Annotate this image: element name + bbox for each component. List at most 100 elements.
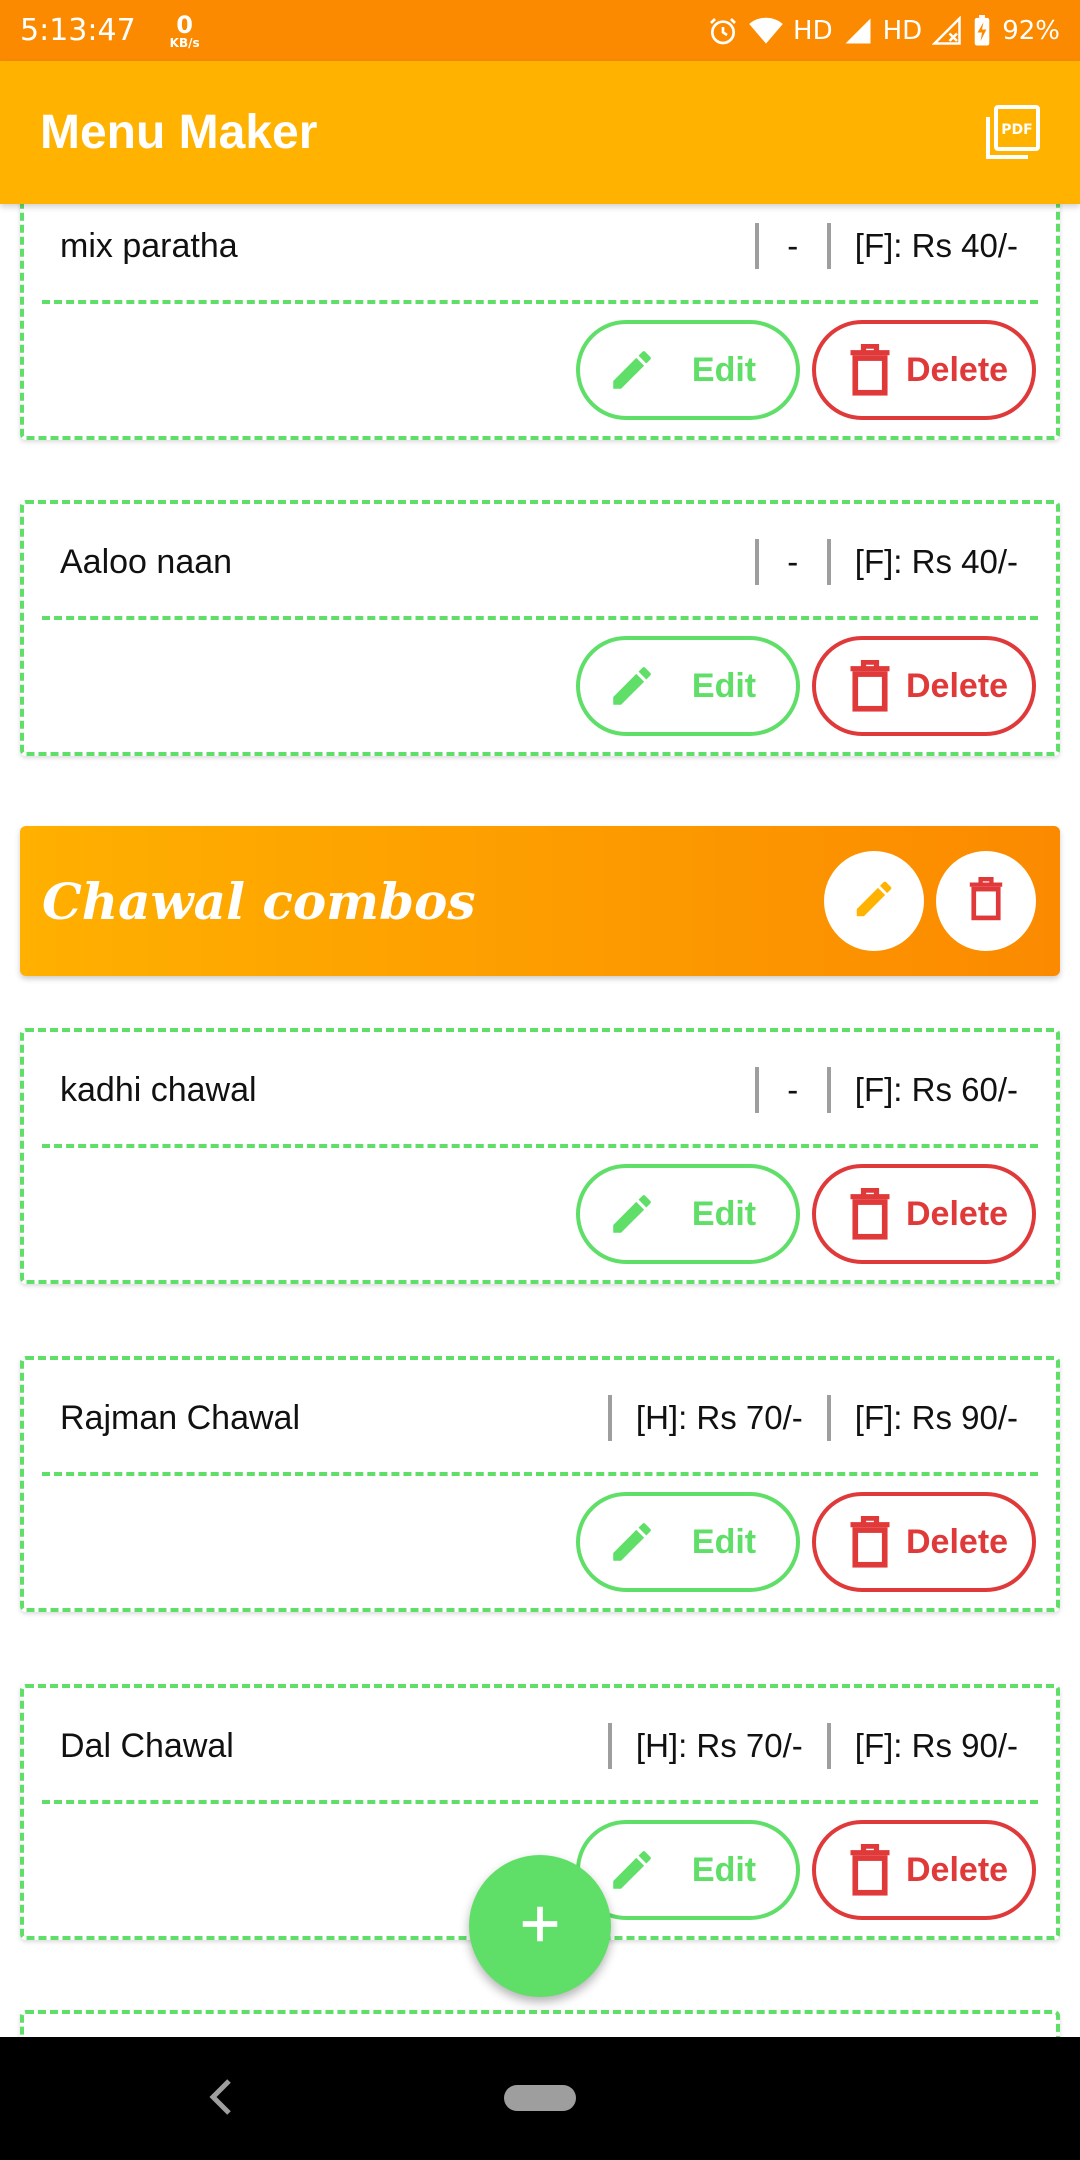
trash-icon: [840, 1840, 900, 1900]
item-full-price: [F]: Rs 40/-: [854, 543, 1018, 580]
item-full-price: [F]: Rs 90/-: [854, 1399, 1018, 1436]
pencil-icon: [602, 656, 662, 716]
pencil-icon: [602, 1184, 662, 1244]
delete-button[interactable]: Delete: [812, 1164, 1036, 1264]
column-separator: [754, 1067, 759, 1113]
network-speed-value: 0: [176, 10, 193, 39]
home-pill-button[interactable]: [504, 2085, 576, 2111]
hd-label-2: HD: [882, 15, 923, 46]
edit-button[interactable]: Edit: [576, 1164, 800, 1264]
pencil-icon: [602, 1512, 662, 1572]
dashed-divider: [42, 1472, 1038, 1476]
delete-button[interactable]: Delete: [812, 320, 1036, 420]
dashed-divider: [42, 616, 1038, 620]
pdf-icon: PDF: [984, 104, 1040, 165]
item-name: Aaloo naan: [60, 542, 233, 581]
item-actions: Edit Delete: [24, 304, 1056, 436]
trash-icon: [840, 1512, 900, 1572]
category-edit-button[interactable]: [824, 851, 924, 951]
column-separator: [826, 223, 831, 269]
item-actions: Edit Delete: [24, 1148, 1056, 1280]
column-separator: [826, 1395, 831, 1441]
edit-label: Edit: [691, 1850, 757, 1889]
edit-label: Edit: [691, 1522, 757, 1561]
edit-label: Edit: [691, 666, 757, 705]
menu-item-row: Rajman Chawal [H]: Rs 70/- [F]: Rs 90/-: [24, 1360, 1056, 1476]
svg-text:PDF: PDF: [1001, 122, 1032, 138]
pencil-icon: [602, 1840, 662, 1900]
item-half-price: -: [787, 1071, 799, 1108]
menu-item-row: mix paratha - [F]: Rs 40/-: [24, 204, 1056, 304]
dashed-divider: [42, 300, 1038, 304]
item-name: kadhi chawal: [60, 1070, 257, 1109]
item-full-price: [F]: Rs 40/-: [854, 227, 1018, 264]
pencil-icon: [851, 876, 897, 927]
category-header: Chawal combos: [20, 826, 1060, 976]
column-separator: [754, 223, 759, 269]
pencil-icon: [602, 340, 662, 400]
menu-item-card: kadhi chawal - [F]: Rs 60/- Edit Delete: [20, 1028, 1060, 1284]
edit-button[interactable]: Edit: [576, 636, 800, 736]
menu-item-card: Aaloo naan - [F]: Rs 40/- Edit Delete: [20, 500, 1060, 756]
app-bar: Menu Maker PDF: [0, 61, 1080, 204]
battery-level: 92%: [1002, 15, 1060, 46]
item-actions: Edit Delete: [24, 620, 1056, 752]
back-chevron-icon[interactable]: [205, 2077, 235, 2117]
add-item-fab[interactable]: [469, 1855, 611, 1997]
menu-item-row: Aaloo naan - [F]: Rs 40/-: [24, 504, 1056, 620]
dashed-divider: [42, 1800, 1038, 1804]
delete-button[interactable]: Delete: [812, 1492, 1036, 1592]
column-separator: [826, 1067, 831, 1113]
delete-button[interactable]: Delete: [812, 636, 1036, 736]
status-bar: 5:13:47 0 KB/s HD HD 92%: [0, 0, 1080, 61]
delete-label: Delete: [906, 350, 1009, 389]
menu-item-row: kadhi chawal - [F]: Rs 60/-: [24, 1032, 1056, 1148]
edit-button[interactable]: Edit: [576, 320, 800, 420]
pdf-export-button[interactable]: PDF: [984, 104, 1040, 161]
category-delete-button[interactable]: [936, 851, 1036, 951]
column-separator: [826, 539, 831, 585]
trash-icon: [968, 876, 1004, 927]
system-nav-bar: [0, 2037, 1080, 2160]
item-full-price: [F]: Rs 60/-: [854, 1071, 1018, 1108]
battery-charging-icon: [972, 14, 992, 47]
item-half-price: [H]: Rs 70/-: [635, 1399, 803, 1436]
signal-no-data-icon: [932, 15, 962, 46]
item-name: Rajman Chawal: [60, 1398, 300, 1437]
edit-label: Edit: [691, 350, 757, 389]
menu-item-card: Rajman Chawal [H]: Rs 70/- [F]: Rs 90/- …: [20, 1356, 1060, 1612]
signal-icon: [843, 16, 873, 46]
category-title: Chawal combos: [42, 871, 476, 931]
plus-icon: [517, 1901, 563, 1952]
trash-icon: [840, 340, 900, 400]
item-half-price: [H]: Rs 70/-: [635, 1727, 803, 1764]
item-actions: Edit Delete: [24, 1476, 1056, 1608]
delete-button[interactable]: Delete: [812, 1820, 1036, 1920]
app-title: Menu Maker: [40, 106, 318, 159]
column-separator: [607, 1723, 612, 1769]
delete-label: Delete: [906, 1850, 1009, 1889]
delete-label: Delete: [906, 1194, 1009, 1233]
edit-button[interactable]: Edit: [576, 1492, 800, 1592]
item-name: mix paratha: [60, 226, 238, 265]
edit-button[interactable]: Edit: [576, 1820, 800, 1920]
delete-label: Delete: [906, 666, 1009, 705]
trash-icon: [840, 656, 900, 716]
trash-icon: [840, 1184, 900, 1244]
menu-item-card: mix paratha - [F]: Rs 40/- Edit Delete: [20, 204, 1060, 440]
item-half-price: -: [787, 227, 799, 264]
network-speed: 0 KB/s: [170, 13, 200, 49]
delete-label: Delete: [906, 1522, 1009, 1561]
hd-label-1: HD: [793, 15, 833, 46]
status-time: 5:13:47: [20, 13, 136, 48]
network-speed-unit: KB/s: [169, 35, 200, 50]
menu-list[interactable]: mix paratha - [F]: Rs 40/- Edit Delete A…: [0, 204, 1080, 2037]
wifi-icon: [749, 17, 783, 45]
edit-label: Edit: [691, 1194, 757, 1233]
column-separator: [754, 539, 759, 585]
item-name: Dal Chawal: [60, 1726, 234, 1765]
item-full-price: [F]: Rs 90/-: [854, 1727, 1018, 1764]
menu-item-row: Dal Chawal [H]: Rs 70/- [F]: Rs 90/-: [24, 1688, 1056, 1804]
column-separator: [607, 1395, 612, 1441]
alarm-icon: [707, 15, 739, 47]
